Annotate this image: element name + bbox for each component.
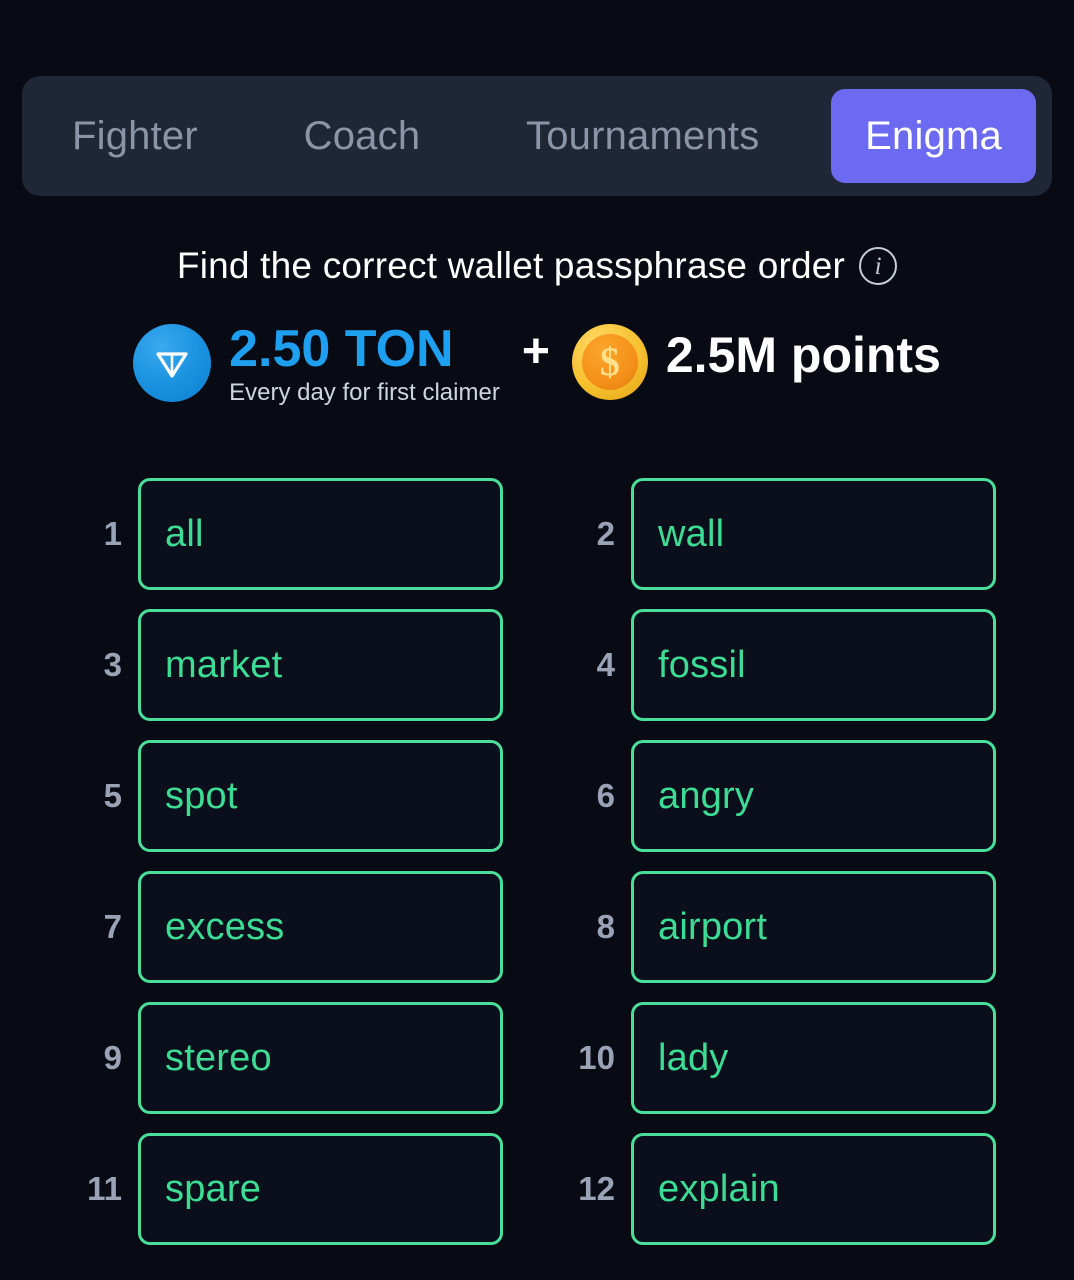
passphrase-grid: 1 all 2 wall 3 market 4 fossil 5 spot 6 … bbox=[78, 478, 996, 1245]
tab-coach[interactable]: Coach bbox=[270, 89, 455, 183]
tab-tournaments[interactable]: Tournaments bbox=[492, 89, 793, 183]
passphrase-number-7: 7 bbox=[103, 908, 122, 945]
passphrase-cell-8: 8 airport bbox=[571, 871, 996, 983]
passphrase-cell-3: 3 market bbox=[78, 609, 503, 721]
passphrase-cell-11: 11 spare bbox=[78, 1133, 503, 1245]
tab-fighter[interactable]: Fighter bbox=[38, 89, 232, 183]
passphrase-cell-1: 1 all bbox=[78, 478, 503, 590]
passphrase-word-box-3[interactable]: market bbox=[138, 609, 503, 721]
ton-subtitle: Every day for first claimer bbox=[229, 378, 500, 406]
coin-dollar-glyph: $ bbox=[581, 334, 638, 390]
passphrase-word-4: fossil bbox=[658, 643, 746, 686]
passphrase-number-1: 1 bbox=[103, 515, 122, 552]
passphrase-word-7: excess bbox=[165, 905, 285, 948]
tab-enigma[interactable]: Enigma bbox=[831, 89, 1036, 183]
passphrase-number-5: 5 bbox=[103, 777, 122, 814]
page-title: Find the correct wallet passphrase order bbox=[176, 245, 846, 286]
passphrase-word-box-11[interactable]: spare bbox=[138, 1133, 503, 1245]
ton-text-block: 2.50 TON Every day for first claimer bbox=[229, 322, 500, 407]
main-tab-bar: Fighter Coach Tournaments Enigma bbox=[22, 76, 1052, 196]
ton-amount: 2.50 TON bbox=[229, 320, 454, 378]
passphrase-word-box-4[interactable]: fossil bbox=[631, 609, 996, 721]
passphrase-word-box-7[interactable]: excess bbox=[138, 871, 503, 983]
passphrase-number-3: 3 bbox=[103, 646, 122, 683]
coin-icon: $ bbox=[571, 324, 648, 400]
passphrase-word-box-10[interactable]: lady bbox=[631, 1002, 996, 1114]
passphrase-word-box-5[interactable]: spot bbox=[138, 740, 503, 852]
points-reward-group: $ 2.5M points bbox=[571, 318, 941, 400]
passphrase-cell-10: 10 lady bbox=[571, 1002, 996, 1114]
passphrase-word-box-9[interactable]: stereo bbox=[138, 1002, 503, 1114]
points-amount: 2.5M points bbox=[665, 327, 941, 383]
passphrase-number-12: 12 bbox=[578, 1170, 615, 1207]
passphrase-word-box-2[interactable]: wall bbox=[631, 478, 996, 590]
tab-enigma-label: Enigma bbox=[865, 113, 1002, 158]
passphrase-word-12: explain bbox=[658, 1167, 780, 1210]
passphrase-word-6: angry bbox=[658, 774, 755, 817]
passphrase-word-10: lady bbox=[658, 1036, 729, 1079]
passphrase-word-box-8[interactable]: airport bbox=[631, 871, 996, 983]
passphrase-word-box-6[interactable]: angry bbox=[631, 740, 996, 852]
passphrase-word-3: market bbox=[165, 643, 283, 686]
passphrase-number-11: 11 bbox=[87, 1170, 122, 1207]
page-title-row: Find the correct wallet passphrase order… bbox=[0, 245, 1074, 287]
tab-fighter-label: Fighter bbox=[72, 113, 198, 158]
reward-row: 2.50 TON Every day for first claimer + $… bbox=[0, 318, 1074, 407]
passphrase-cell-2: 2 wall bbox=[571, 478, 996, 590]
passphrase-cell-7: 7 excess bbox=[78, 871, 503, 983]
passphrase-cell-9: 9 stereo bbox=[78, 1002, 503, 1114]
passphrase-word-box-1[interactable]: all bbox=[138, 478, 503, 590]
passphrase-word-1: all bbox=[165, 512, 204, 555]
passphrase-cell-5: 5 spot bbox=[78, 740, 503, 852]
passphrase-number-8: 8 bbox=[596, 908, 615, 945]
passphrase-word-8: airport bbox=[658, 905, 768, 948]
ton-reward-group: 2.50 TON Every day for first claimer bbox=[133, 318, 500, 407]
passphrase-word-2: wall bbox=[658, 512, 725, 555]
passphrase-cell-6: 6 angry bbox=[571, 740, 996, 852]
plus-sign: + bbox=[521, 325, 550, 378]
tab-coach-label: Coach bbox=[303, 113, 421, 158]
passphrase-number-2: 2 bbox=[596, 515, 615, 552]
passphrase-number-9: 9 bbox=[103, 1039, 122, 1076]
passphrase-word-5: spot bbox=[165, 774, 238, 817]
passphrase-word-box-12[interactable]: explain bbox=[631, 1133, 996, 1245]
app-screen: Fighter Coach Tournaments Enigma Find th… bbox=[0, 0, 1074, 1280]
info-icon[interactable]: i bbox=[859, 247, 898, 285]
info-icon-glyph: i bbox=[874, 252, 882, 280]
passphrase-word-11: spare bbox=[165, 1167, 262, 1210]
passphrase-number-10: 10 bbox=[578, 1039, 615, 1076]
passphrase-word-9: stereo bbox=[165, 1036, 272, 1079]
passphrase-cell-4: 4 fossil bbox=[571, 609, 996, 721]
passphrase-number-4: 4 bbox=[596, 646, 615, 683]
tab-tournaments-label: Tournaments bbox=[526, 113, 760, 158]
passphrase-cell-12: 12 explain bbox=[571, 1133, 996, 1245]
passphrase-number-6: 6 bbox=[596, 777, 615, 814]
ton-logo-icon bbox=[133, 324, 212, 402]
